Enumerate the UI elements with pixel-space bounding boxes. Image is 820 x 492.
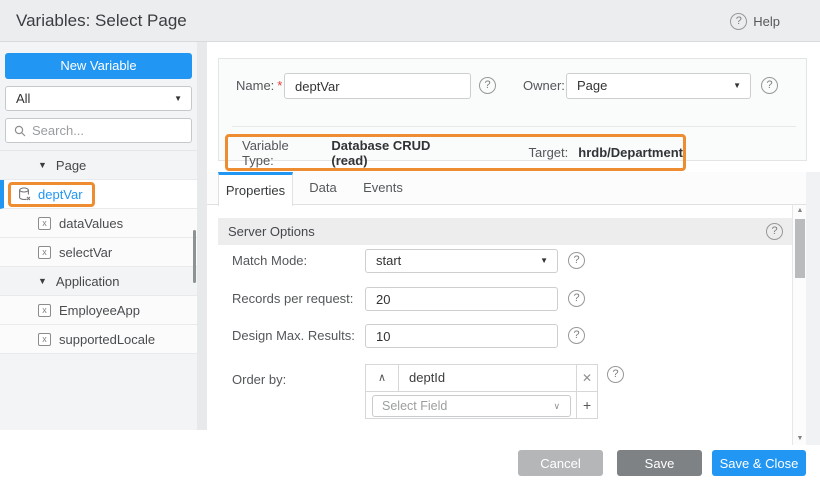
variable-icon: x bbox=[38, 246, 51, 259]
sidebar-item-datavalues[interactable]: x dataValues bbox=[0, 209, 197, 238]
triangle-down-icon: ▼ bbox=[38, 276, 47, 286]
tab-properties[interactable]: Properties bbox=[218, 172, 293, 206]
owner-value: Page bbox=[577, 78, 607, 93]
order-by-widget: ∧ deptId ✕ Select Field ∨ + bbox=[365, 364, 598, 419]
tab-events[interactable]: Events bbox=[353, 172, 413, 205]
dialog-footer: Cancel Save Save & Close bbox=[0, 445, 820, 492]
variable-filter-dropdown[interactable]: All ▼ bbox=[5, 86, 192, 111]
chevron-down-icon: ▼ bbox=[174, 87, 182, 110]
order-by-add-row: Select Field ∨ + bbox=[366, 392, 597, 419]
tree-group-label: Application bbox=[56, 274, 120, 289]
add-field-button[interactable]: + bbox=[576, 392, 597, 419]
variable-icon: x bbox=[38, 217, 51, 230]
design-max-help-icon[interactable]: ? bbox=[568, 327, 585, 344]
server-options-header: Server Options ? bbox=[218, 218, 792, 245]
variable-type-label: Variable Type: bbox=[242, 138, 319, 168]
design-max-input[interactable] bbox=[365, 324, 558, 348]
sidebar-scrollbar-thumb[interactable] bbox=[193, 230, 196, 283]
chevron-down-icon: ∨ bbox=[554, 396, 561, 416]
remove-icon: ✕ bbox=[582, 371, 592, 385]
panel-right-margin bbox=[806, 172, 820, 445]
save-and-close-button[interactable]: Save & Close bbox=[712, 450, 806, 476]
form-divider bbox=[232, 126, 796, 127]
page-title: Variables: Select Page bbox=[16, 0, 187, 42]
server-options-help-icon[interactable]: ? bbox=[766, 223, 783, 240]
database-variable-icon bbox=[18, 187, 31, 201]
records-help-icon[interactable]: ? bbox=[568, 290, 585, 307]
tree-group-application[interactable]: ▼ Application bbox=[0, 267, 197, 296]
name-help-icon[interactable]: ? bbox=[479, 77, 496, 94]
order-by-row: ∧ deptId ✕ bbox=[366, 365, 597, 392]
match-mode-dropdown[interactable]: start ▼ bbox=[365, 249, 558, 273]
tree-group-page[interactable]: ▼ Page bbox=[0, 151, 197, 180]
design-max-label: Design Max. Results: bbox=[232, 324, 355, 348]
sidebar-item-selectvar[interactable]: x selectVar bbox=[0, 238, 197, 267]
owner-help-icon[interactable]: ? bbox=[761, 77, 778, 94]
sidebar-item-supportedlocale[interactable]: x supportedLocale bbox=[0, 325, 197, 354]
sidebar-item-label: dataValues bbox=[59, 216, 123, 231]
tab-bar: Properties Data Events bbox=[207, 172, 807, 205]
tree-group-label: Page bbox=[56, 158, 86, 173]
select-field-dropdown[interactable]: Select Field ∨ bbox=[372, 395, 571, 417]
scrollbar-thumb[interactable] bbox=[795, 219, 805, 278]
scroll-down-icon[interactable]: ▼ bbox=[793, 433, 807, 445]
remove-field-button[interactable]: ✕ bbox=[576, 365, 597, 391]
sidebar-item-label: deptVar bbox=[38, 187, 83, 202]
help-label: Help bbox=[753, 14, 780, 29]
order-by-field-value: deptId bbox=[399, 365, 576, 391]
variables-sidebar: New Variable All ▼ ▼ Page deptVar bbox=[0, 42, 197, 430]
search-input[interactable] bbox=[32, 123, 172, 138]
records-input[interactable] bbox=[365, 287, 558, 311]
variable-icon: x bbox=[38, 304, 51, 317]
chevron-down-icon: ▼ bbox=[540, 250, 548, 272]
annotation-highlight: Variable Type: Database CRUD (read) Targ… bbox=[225, 134, 686, 171]
select-field-placeholder: Select Field bbox=[382, 399, 447, 413]
variable-type-value: Database CRUD (read) bbox=[331, 138, 462, 168]
variable-icon: x bbox=[38, 333, 51, 346]
variable-summary-box: Name:* ? Owner:* Page ▼ ? Variable Type:… bbox=[218, 58, 807, 161]
order-by-help-icon[interactable]: ? bbox=[607, 366, 624, 383]
chevron-down-icon: ▼ bbox=[733, 74, 741, 98]
name-label: Name:* bbox=[236, 73, 282, 99]
annotation-highlight: deptVar bbox=[8, 182, 95, 207]
tab-data[interactable]: Data bbox=[293, 172, 353, 205]
records-label: Records per request: bbox=[232, 287, 353, 311]
help-icon: ? bbox=[730, 13, 747, 30]
target-value: hrdb/Department bbox=[578, 145, 683, 160]
content-scrollbar[interactable]: ▲ ▼ bbox=[792, 205, 806, 445]
variables-tree: ▼ Page deptVar x dataValues x selectVar bbox=[0, 150, 197, 354]
scroll-up-icon[interactable]: ▲ bbox=[793, 205, 807, 217]
order-by-label: Order by: bbox=[232, 368, 286, 392]
sort-ascending-button[interactable]: ∧ bbox=[366, 365, 399, 391]
sidebar-item-label: selectVar bbox=[59, 245, 112, 260]
sidebar-item-employeeapp[interactable]: x EmployeeApp bbox=[0, 296, 197, 325]
target-label: Target: bbox=[529, 145, 569, 160]
match-mode-label: Match Mode: bbox=[232, 249, 307, 273]
sidebar-item-label: supportedLocale bbox=[59, 332, 155, 347]
dialog-header: Variables: Select Page ? Help bbox=[0, 0, 820, 42]
cancel-button[interactable]: Cancel bbox=[518, 450, 603, 476]
variable-search[interactable] bbox=[5, 118, 192, 143]
match-mode-value: start bbox=[376, 253, 401, 268]
new-variable-button[interactable]: New Variable bbox=[5, 53, 192, 79]
variables-dialog: Variables: Select Page ? Help New Variab… bbox=[0, 0, 820, 492]
save-button[interactable]: Save bbox=[617, 450, 702, 476]
section-title: Server Options bbox=[228, 224, 315, 239]
help-link[interactable]: ? Help bbox=[730, 0, 780, 42]
match-mode-help-icon[interactable]: ? bbox=[568, 252, 585, 269]
triangle-down-icon: ▼ bbox=[38, 160, 47, 170]
required-asterisk: * bbox=[277, 78, 282, 93]
variable-detail-panel: Name:* ? Owner:* Page ▼ ? Variable Type:… bbox=[207, 42, 820, 445]
ascending-icon: ∧ bbox=[378, 372, 386, 384]
add-icon: + bbox=[583, 397, 591, 413]
owner-dropdown[interactable]: Page ▼ bbox=[566, 73, 751, 99]
sidebar-item-label: EmployeeApp bbox=[59, 303, 140, 318]
name-input[interactable] bbox=[284, 73, 471, 99]
sidebar-item-deptvar[interactable]: deptVar bbox=[0, 180, 197, 209]
variable-filter-value: All bbox=[16, 91, 30, 106]
panel-divider bbox=[197, 42, 207, 430]
search-icon bbox=[14, 125, 26, 137]
